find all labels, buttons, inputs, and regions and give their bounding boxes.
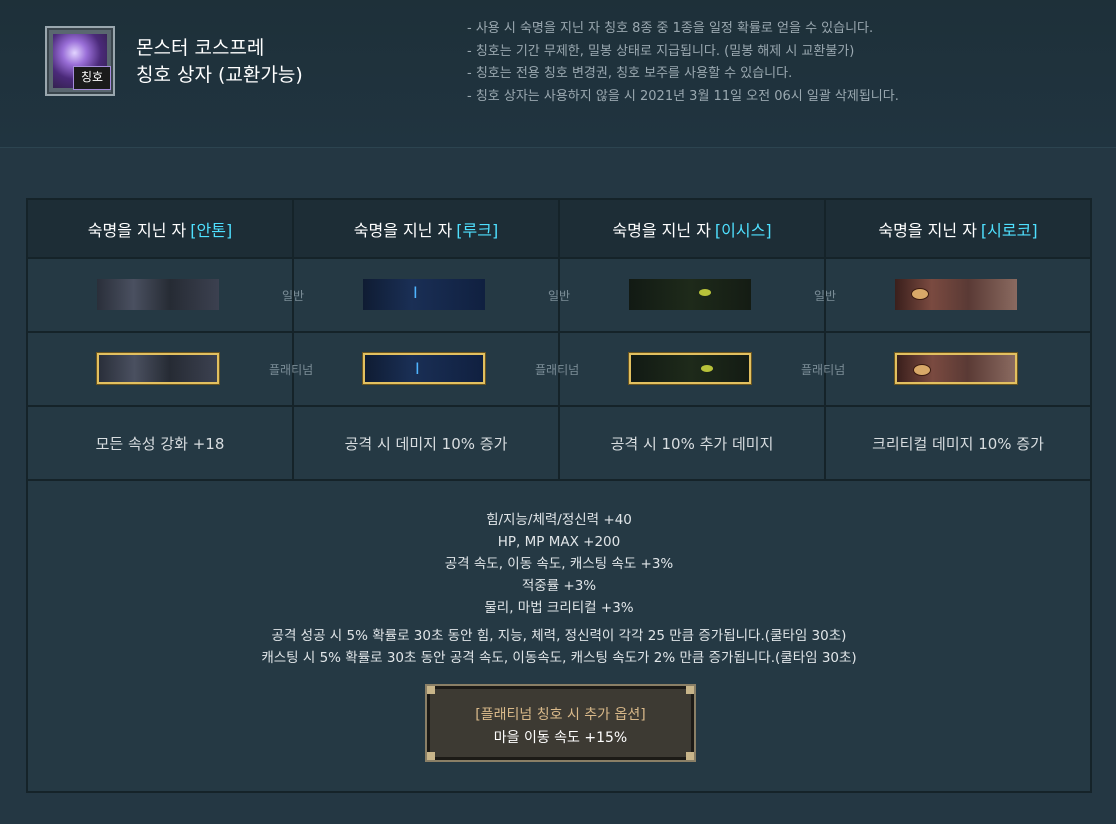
platinum-bonus-box: [플래티넘 칭호 시 추가 옵션] 마을 이동 속도 +15% [427, 686, 694, 760]
column-header-isis: 숙명을 지닌 자 [이시스] [560, 200, 826, 257]
stat-line: 공격 속도, 이동 속도, 캐스팅 속도 +3% [444, 556, 674, 572]
item-name-line2: 칭호 상자 (교환가능) [136, 64, 303, 86]
title-box-icon: 칭호 [45, 26, 115, 96]
grade-label-platinum: 플래티넘 [535, 363, 580, 377]
column-prefix: 숙명을 지닌 자 [353, 220, 453, 240]
grade-label-normal: 일반 [282, 289, 305, 303]
anton-title-banner-platinum [97, 353, 219, 384]
isis-title-banner-platinum [629, 353, 751, 384]
note-line: - 칭호는 기간 무제한, 밀봉 상태로 지급됩니다. (밀봉 해제 시 교환불… [467, 43, 855, 59]
stat-line: 적중률 +3% [521, 578, 597, 594]
platinum-bonus-title: [플래티넘 칭호 시 추가 옵션] [475, 707, 646, 723]
note-line: - 사용 시 숙명을 지닌 자 칭호 8종 중 1종을 일정 확률로 얻을 수 … [467, 21, 874, 36]
grade-label-platinum: 플래티넘 [269, 363, 314, 377]
luke-title-banner-normal: I [363, 279, 485, 310]
platinum-bonus-value: 마을 이동 속도 +15% [493, 730, 628, 746]
unique-effect-row: 모든 속성 강화 +18 공격 시 데미지 10% 증가 공격 시 10% 추가… [28, 407, 1090, 481]
grade-label-normal: 일반 [814, 289, 837, 303]
column-header-anton: 숙명을 지닌 자 [안톤] [28, 200, 294, 257]
effect-anton: 모든 속성 강화 +18 [28, 407, 294, 479]
proc-stat-list: 공격 성공 시 5% 확률로 30초 동안 힘, 지능, 체력, 정신력이 각각… [28, 625, 1090, 669]
column-prefix: 숙명을 지닌 자 [878, 220, 977, 240]
proc-line: 캐스팅 시 5% 확률로 30초 동안 공격 속도, 이동속도, 캐스팅 속도가… [261, 650, 857, 666]
column-name: [이시스] [714, 220, 772, 240]
luke-title-banner-platinum: I [363, 353, 485, 384]
item-name: 몬스터 코스프레 칭호 상자 (교환가능) [136, 35, 303, 89]
note-line: - 칭호는 전용 칭호 변경권, 칭호 보주를 사용할 수 있습니다. [467, 66, 793, 81]
item-notes: - 사용 시 숙명을 지닌 자 칭호 8종 중 1종을 일정 확률로 얻을 수 … [467, 18, 899, 108]
column-header-shiroko: 숙명을 지닌 자 [시로코] [826, 200, 1090, 257]
column-name: [시로코] [980, 220, 1038, 240]
title-badge: 칭호 [73, 66, 111, 90]
stat-line: 물리, 마법 크리티컬 +3% [484, 600, 634, 616]
grade-label-platinum: 플래티넘 [801, 363, 846, 377]
isis-title-banner-normal [629, 279, 751, 310]
shiroko-title-banner-normal [895, 279, 1017, 310]
column-header-luke: 숙명을 지닌 자 [루크] [294, 200, 560, 257]
common-stat-list: 힘/지능/체력/정신력 +40 HP, MP MAX +200 공격 속도, 이… [28, 509, 1090, 619]
effect-shiroko: 크리티컬 데미지 10% 증가 [872, 434, 1044, 453]
note-line: - 칭호 상자는 사용하지 않을 시 2021년 3월 11일 오전 06시 일… [467, 88, 899, 104]
proc-line: 공격 성공 시 5% 확률로 30초 동안 힘, 지능, 체력, 정신력이 각각… [271, 628, 847, 644]
grade-label-normal: 일반 [548, 289, 571, 303]
shiroko-title-banner-platinum [895, 353, 1017, 384]
column-prefix: 숙명을 지닌 자 [612, 220, 711, 240]
effect-luke: 공격 시 데미지 10% 증가 [294, 407, 560, 479]
column-prefix: 숙명을 지닌 자 [87, 220, 187, 240]
anton-title-banner-normal [97, 279, 219, 310]
table-header-row: 숙명을 지닌 자 [안톤] 숙명을 지닌 자 [루크] 숙명을 지닌 자 [이시스] … [28, 200, 1090, 259]
effect-isis: 공격 시 10% 추가 데미지 [560, 407, 826, 479]
column-name: [루크] [456, 220, 499, 240]
common-stats-section: 힘/지능/체력/정신력 +40 HP, MP MAX +200 공격 속도, 이… [28, 481, 1090, 791]
column-name: [안톤] [190, 220, 233, 240]
item-name-line1: 몬스터 코스프레 [136, 37, 265, 59]
title-comparison-table: 숙명을 지닌 자 [안톤] 숙명을 지닌 자 [루크] 숙명을 지닌 자 [이시스] … [26, 198, 1092, 793]
item-header: 칭호 몬스터 코스프레 칭호 상자 (교환가능) - 사용 시 숙명을 지닌 자… [0, 0, 1116, 148]
stat-line: 힘/지능/체력/정신력 +40 [486, 512, 632, 528]
stat-line: HP, MP MAX +200 [497, 534, 621, 550]
